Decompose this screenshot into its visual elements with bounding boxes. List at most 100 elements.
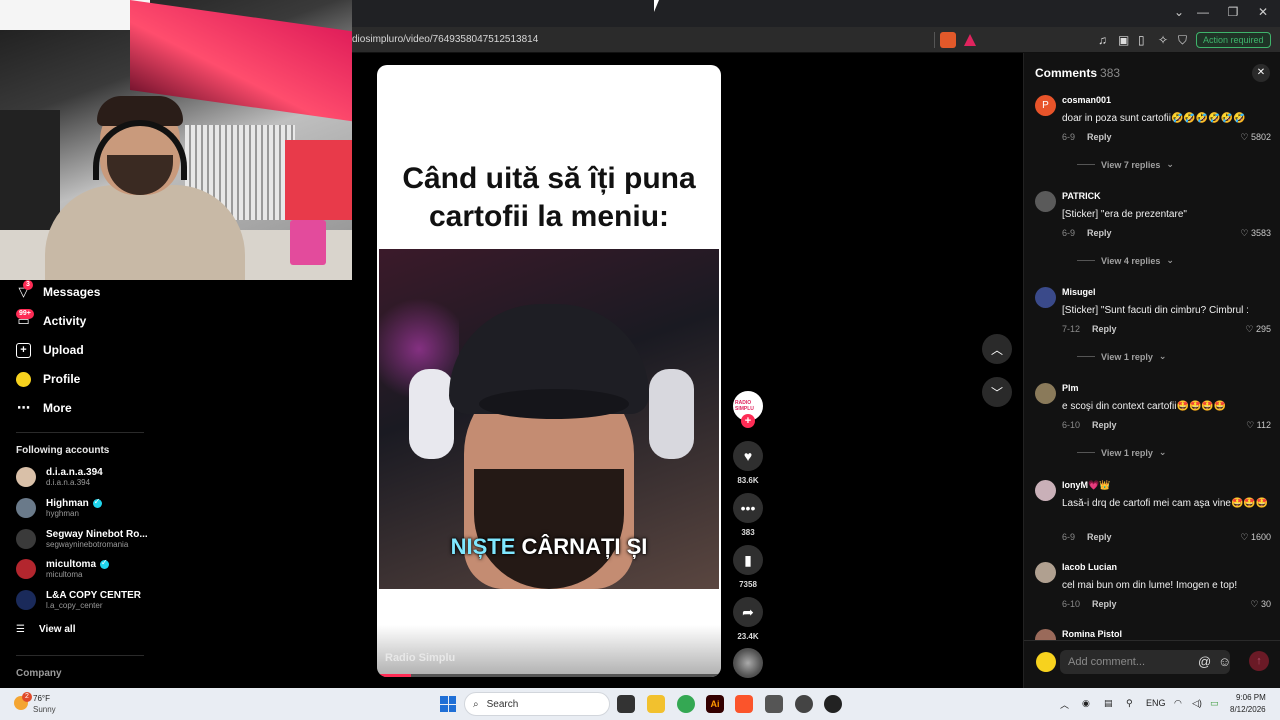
leo-icon[interactable]: ✧ <box>1158 33 1168 47</box>
clock-time[interactable]: 9:06 PM <box>1236 693 1266 702</box>
comment-like-button[interactable]: ♡ 1600 <box>1235 532 1271 543</box>
share-icon[interactable]: ➦ <box>733 597 763 627</box>
brave-rewards-icon[interactable] <box>962 32 978 48</box>
comment-like-button[interactable]: ♡ 30 <box>1235 599 1271 610</box>
discord-icon[interactable] <box>795 695 813 713</box>
taskbar-search[interactable]: ⌕ Search <box>464 692 610 716</box>
tray-app-icon[interactable]: ◉ <box>1082 698 1090 709</box>
following-account[interactable]: Highmanhyghman <box>16 497 102 518</box>
comment-avatar[interactable] <box>1035 191 1056 212</box>
app-icon[interactable] <box>765 695 783 713</box>
follow-button[interactable]: + <box>741 414 755 428</box>
brave-icon[interactable] <box>735 695 753 713</box>
reply-button[interactable]: Reply <box>1092 599 1117 609</box>
chrome-icon[interactable] <box>677 695 695 713</box>
nav-messages[interactable]: ▽ 3 Messages <box>16 279 100 303</box>
comment-icon[interactable]: ••• <box>733 493 763 523</box>
wifi-icon[interactable]: ◠ <box>1174 698 1182 709</box>
account-avatar <box>16 559 36 579</box>
file-explorer-icon[interactable] <box>647 695 665 713</box>
emoji-icon[interactable]: ☺ <box>1218 654 1231 669</box>
comment-user[interactable]: cosman001 <box>1062 95 1111 105</box>
comment-avatar[interactable] <box>1035 562 1056 583</box>
upload-icon: + <box>16 342 31 358</box>
following-account[interactable]: L&A COPY CENTER l.a_copy_center <box>16 590 141 610</box>
nav-activity[interactable]: ▭ 99+ Activity <box>16 308 86 332</box>
maximize-button[interactable]: ❐ <box>1218 5 1248 19</box>
comment-text: cel mai bun om din lume! Imogen e top! <box>1062 580 1238 591</box>
nav-profile[interactable]: Profile <box>16 368 80 390</box>
bookmark-icon[interactable]: ▮ <box>733 545 763 575</box>
view-replies-button[interactable]: View 1 reply ⌄ <box>1077 447 1166 458</box>
windows-start-icon[interactable] <box>440 696 456 712</box>
view-replies-button[interactable]: View 7 replies ⌄ <box>1077 159 1174 170</box>
sidebar-icon[interactable]: ▣ <box>1118 33 1129 47</box>
video-player[interactable]: Când uită să îți puna cartofii la meniu:… <box>377 65 721 677</box>
nav-more[interactable]: ⋯ More <box>16 397 72 419</box>
reply-button[interactable]: Reply <box>1087 228 1112 238</box>
comment-user[interactable]: lonyM💗👑 <box>1062 480 1110 491</box>
reply-button[interactable]: Reply <box>1092 324 1117 334</box>
music-disc-icon[interactable] <box>733 648 763 678</box>
comment-user[interactable]: Iacob Lucian <box>1062 562 1117 572</box>
language-indicator[interactable]: ENG <box>1146 698 1166 708</box>
heart-icon[interactable]: ♥ <box>733 441 763 471</box>
following-account[interactable]: Segway Ninebot Ro... segwayninebotromania <box>16 529 148 549</box>
task-view-icon[interactable] <box>617 695 635 713</box>
weather-description[interactable]: Sunny <box>33 705 56 714</box>
comment-user[interactable]: Misugel <box>1062 287 1096 297</box>
nav-upload[interactable]: + Upload <box>16 339 84 361</box>
comment-user[interactable]: Plm <box>1062 383 1079 393</box>
address-bar[interactable]: diosimpluro/video/7649358047512513814 ♫ … <box>352 27 1280 53</box>
comment-like-button[interactable]: ♡ 3583 <box>1235 228 1271 239</box>
reply-button[interactable]: Reply <box>1092 420 1117 430</box>
share-action[interactable]: ➦ 23.4K <box>733 597 763 641</box>
comment-user[interactable]: Romina Pistol <box>1062 629 1122 639</box>
view-replies-button[interactable]: View 4 replies ⌄ <box>1077 255 1174 266</box>
close-window-button[interactable]: ✕ <box>1248 5 1278 19</box>
comment-avatar[interactable]: P <box>1035 95 1056 116</box>
comment-avatar[interactable] <box>1035 287 1056 308</box>
close-icon[interactable]: ✕ <box>1252 64 1270 82</box>
brave-shield-icon[interactable] <box>940 32 956 48</box>
battery-icon[interactable]: ▭ <box>1210 698 1219 709</box>
obs-icon[interactable] <box>824 695 842 713</box>
comment-avatar[interactable] <box>1035 480 1056 501</box>
comment-like-button[interactable]: ♡ 112 <box>1235 420 1271 431</box>
following-account[interactable]: d.i.a.n.a.394 d.i.a.n.a.394 <box>16 467 103 487</box>
previous-video-button[interactable]: ︿ <box>982 334 1012 364</box>
send-button[interactable]: ↑ <box>1249 651 1269 671</box>
weather-temperature[interactable]: 76°F <box>33 694 50 703</box>
following-account[interactable]: micultomamicultoma <box>16 558 110 579</box>
save-action[interactable]: ▮ 7358 <box>733 545 763 589</box>
video-author[interactable]: Radio Simplu <box>385 652 455 664</box>
illustrator-icon[interactable]: Ai <box>706 695 724 713</box>
bookmark-icon[interactable]: ▯ <box>1138 33 1145 47</box>
action-required-button[interactable]: Action required <box>1196 32 1271 48</box>
comment-like-button[interactable]: ♡ 295 <box>1235 324 1271 335</box>
reply-button[interactable]: Reply <box>1087 132 1112 142</box>
comment-action[interactable]: ••• 383 <box>733 493 763 537</box>
view-all-link[interactable]: ☰ View all <box>16 624 75 635</box>
video-progress-bar[interactable] <box>377 674 721 677</box>
like-action[interactable]: ♥ 83.6K <box>733 441 763 485</box>
company-link[interactable]: Company <box>16 668 62 679</box>
comment-user[interactable]: PATRICK <box>1062 191 1101 201</box>
view-replies-button[interactable]: View 1 reply ⌄ <box>1077 351 1166 362</box>
url-text[interactable]: diosimpluro/video/7649358047512513814 <box>352 34 538 45</box>
volume-icon[interactable]: ◁) <box>1192 698 1202 709</box>
comment-like-count: 295 <box>1255 324 1271 334</box>
clock-date[interactable]: 8/12/2026 <box>1230 705 1266 714</box>
next-video-button[interactable]: ﹀ <box>982 377 1012 407</box>
reply-button[interactable]: Reply <box>1087 532 1112 542</box>
music-icon[interactable]: ♫ <box>1098 33 1107 47</box>
tray-app-icon[interactable]: ⚲ <box>1126 698 1133 709</box>
tray-chevron-icon[interactable]: ︿ <box>1060 698 1069 711</box>
video-subtitle: NIȘTE CÂRNAȚI ȘI <box>379 534 719 560</box>
comment-avatar[interactable] <box>1035 383 1056 404</box>
comment-like-button[interactable]: ♡ 5802 <box>1235 132 1271 143</box>
vpn-icon[interactable]: ⛉ <box>1178 33 1187 48</box>
tray-app-icon[interactable]: ▤ <box>1104 698 1113 709</box>
minimize-button[interactable]: — <box>1188 5 1218 19</box>
mention-icon[interactable]: @ <box>1198 654 1211 669</box>
